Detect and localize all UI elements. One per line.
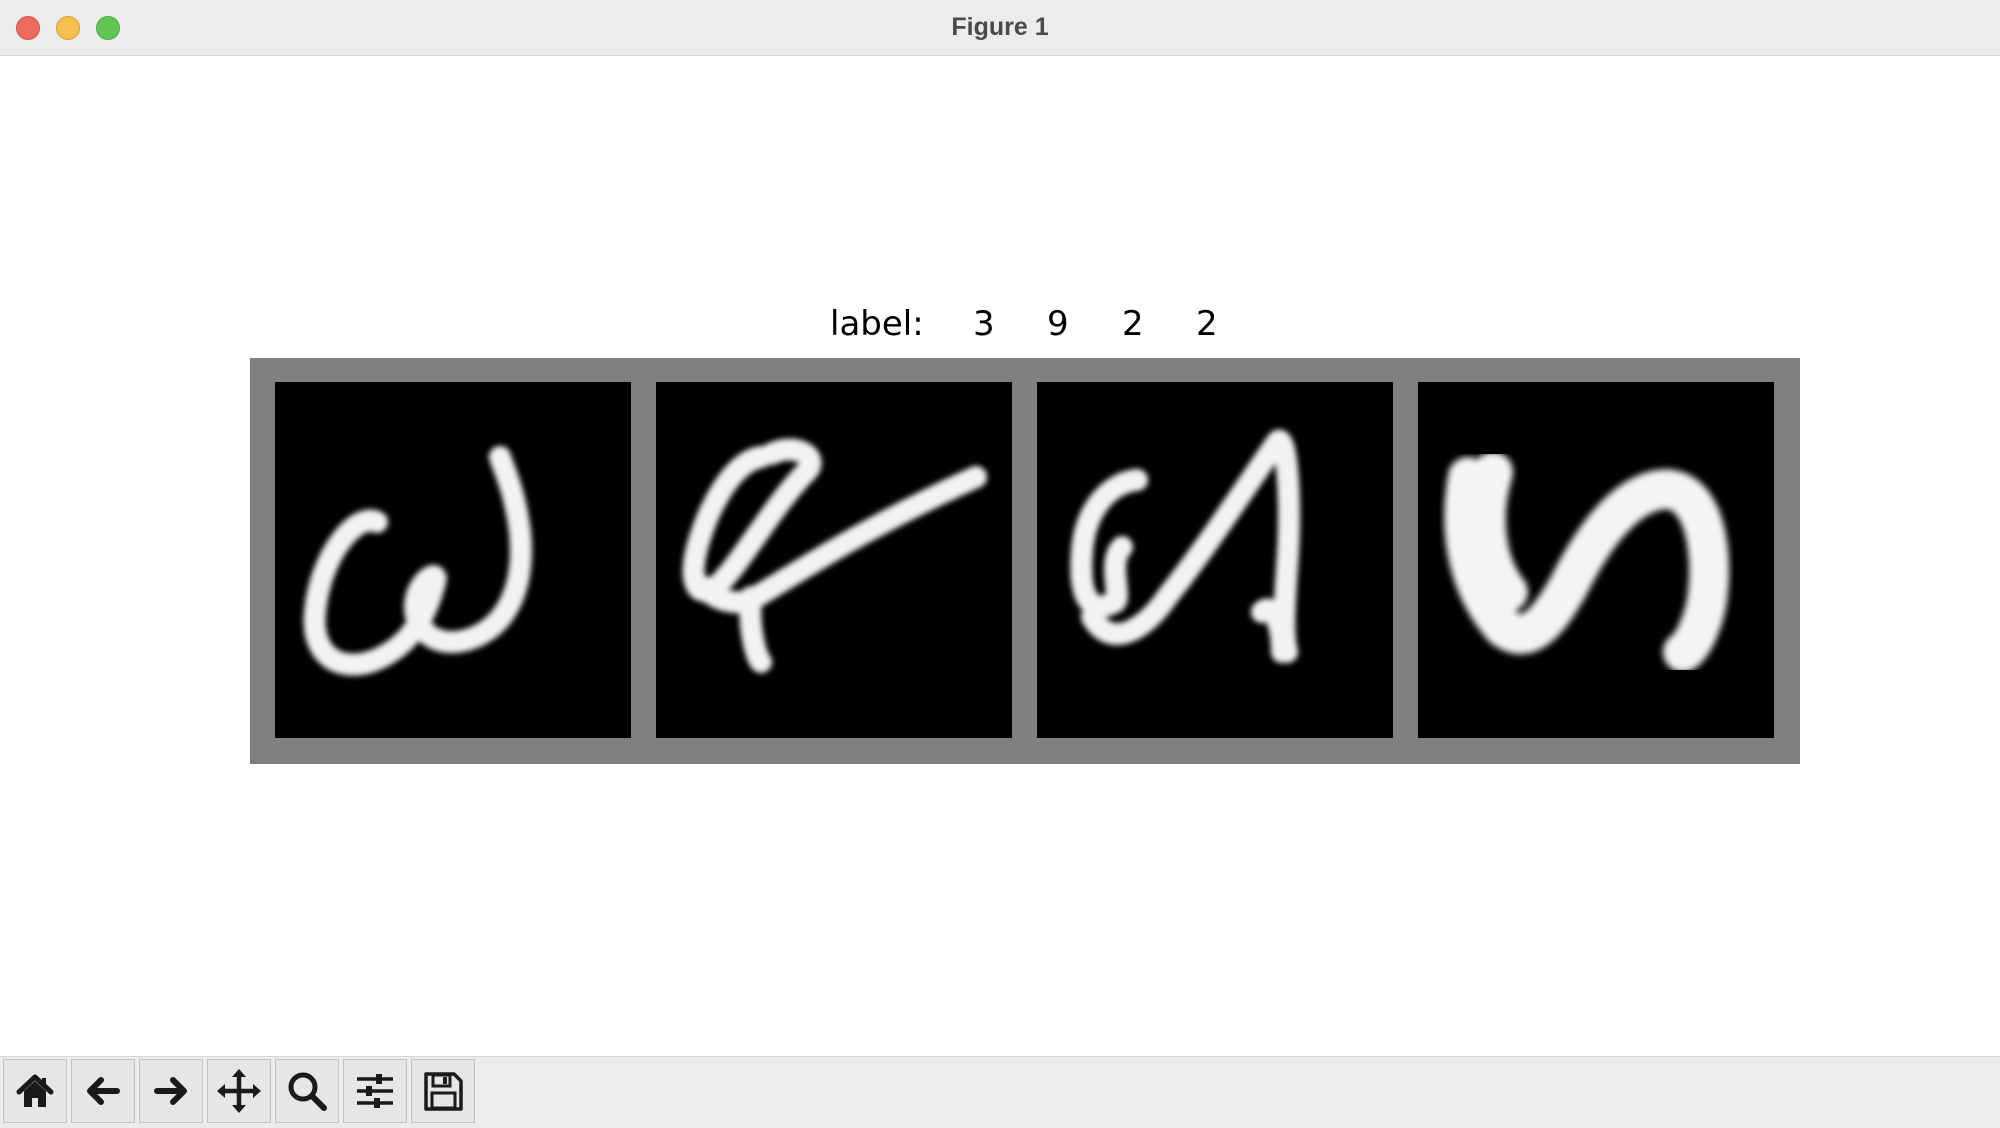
home-button[interactable] — [3, 1059, 67, 1123]
label-value-3: 2 — [1122, 304, 1144, 344]
floppy-disk-icon — [424, 1072, 463, 1111]
figure-window: Figure 1 label: 3 9 2 2 — [0, 0, 2000, 1128]
pan-button[interactable] — [207, 1059, 271, 1123]
magnifier-icon — [288, 1072, 327, 1111]
digit-image-4 — [1418, 382, 1774, 738]
digit-image-2 — [656, 382, 1012, 738]
label-value-4: 2 — [1196, 304, 1218, 344]
label-prefix: label: — [830, 304, 924, 344]
configure-subplots-button[interactable] — [343, 1059, 407, 1123]
zoom-button[interactable] — [275, 1059, 339, 1123]
save-button[interactable] — [411, 1059, 475, 1123]
figure-canvas: label: 3 9 2 2 — [0, 56, 2000, 1056]
forward-button[interactable] — [139, 1059, 203, 1123]
title-bar: Figure 1 — [0, 0, 2000, 56]
arrow-left-icon — [87, 1077, 120, 1105]
digit-image-3 — [1037, 382, 1393, 738]
image-grid — [250, 358, 1800, 764]
label-value-2: 9 — [1047, 304, 1069, 344]
window-title: Figure 1 — [951, 13, 1049, 41]
sliders-icon — [357, 1074, 393, 1108]
navigation-toolbar — [0, 1056, 2000, 1128]
label-title: label: 3 9 2 2 — [0, 304, 2000, 348]
move-icon — [217, 1069, 261, 1113]
back-button[interactable] — [71, 1059, 135, 1123]
home-icon — [16, 1074, 54, 1107]
label-value-1: 3 — [973, 304, 995, 344]
arrow-right-icon — [154, 1077, 187, 1105]
digit-image-1 — [275, 382, 631, 738]
